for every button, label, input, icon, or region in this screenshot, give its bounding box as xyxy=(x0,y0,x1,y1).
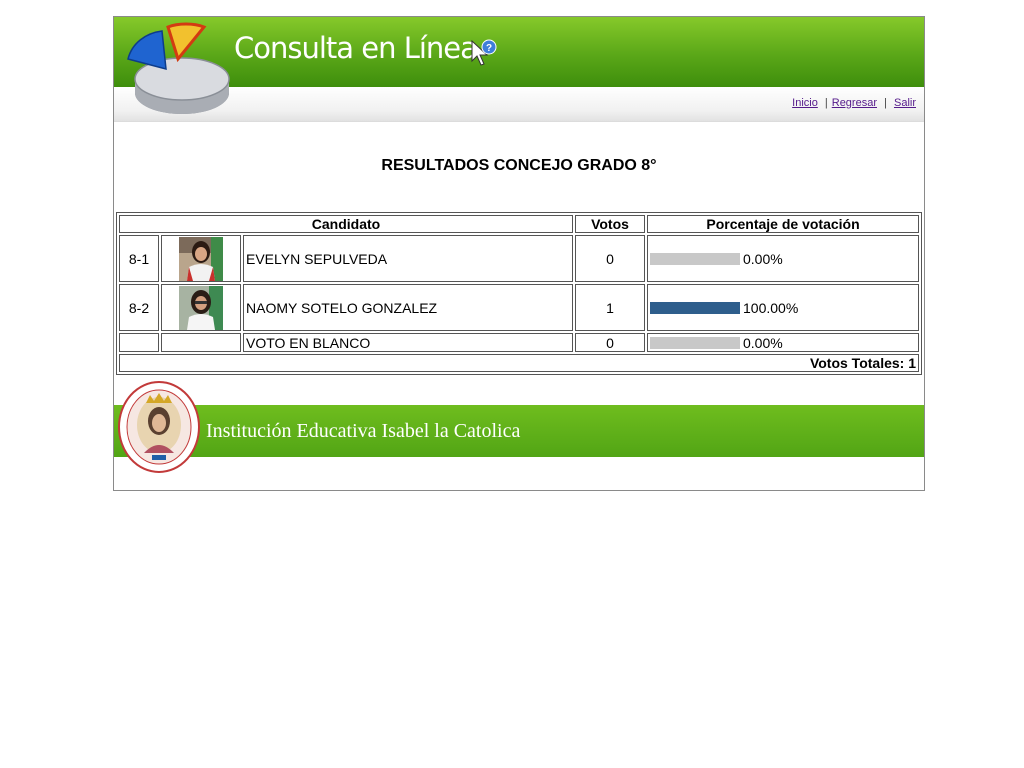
column-header-votes: Votos xyxy=(575,215,645,233)
link-separator: | xyxy=(824,97,828,109)
total-row: Votos Totales: 1 xyxy=(119,354,919,373)
percentage-label: 100.00% xyxy=(743,300,799,317)
candidate-name: NAOMY SOTELO GONZALEZ xyxy=(243,284,573,331)
top-links: Inicio | Regresar | Salir xyxy=(792,97,916,109)
candidate-photo-cell xyxy=(161,235,241,282)
table-header-row: Candidato Votos Porcentaje de votación xyxy=(119,215,919,233)
percentage-bar xyxy=(650,253,740,266)
candidate-percentage: 100.00% xyxy=(647,284,919,331)
app-title: Consulta en Línea xyxy=(234,31,478,65)
candidate-votes: 0 xyxy=(575,333,645,353)
link-inicio[interactable]: Inicio xyxy=(792,97,818,109)
page-frame: Consulta en Línea ? Inicio | Regresar | S… xyxy=(113,16,925,491)
candidate-photo xyxy=(179,285,223,330)
candidate-code: 8-1 xyxy=(119,235,159,282)
institution-name: Institución Educativa Isabel la Catolica xyxy=(206,420,521,442)
percentage-label: 0.00% xyxy=(743,251,783,268)
candidate-photo-cell xyxy=(161,284,241,331)
candidate-photo-cell xyxy=(161,333,241,353)
candidate-photo xyxy=(179,236,223,281)
percentage-bar-fill xyxy=(650,302,740,315)
candidate-name: EVELYN SEPULVEDA xyxy=(243,235,573,282)
candidate-votes: 0 xyxy=(575,235,645,282)
candidate-name: VOTO EN BLANCO xyxy=(243,333,573,353)
percentage-bar xyxy=(650,337,740,350)
candidate-percentage: 0.00% xyxy=(647,235,919,282)
help-cursor-icon: ? xyxy=(471,39,497,66)
percentage-bar xyxy=(650,302,740,315)
results-table: Candidato Votos Porcentaje de votación 8… xyxy=(116,212,922,376)
table-row: VOTO EN BLANCO 0 0.00% xyxy=(119,333,919,353)
pie-chart-logo-icon xyxy=(127,22,230,114)
table-row: 8-1 EVELYN SEPULVEDA 0 0.00% xyxy=(119,235,919,282)
candidate-code: 8-2 xyxy=(119,284,159,331)
candidate-percentage: 0.00% xyxy=(647,333,919,353)
link-regresar[interactable]: Regresar xyxy=(832,97,877,109)
link-salir[interactable]: Salir xyxy=(894,97,916,109)
candidate-votes: 1 xyxy=(575,284,645,331)
total-votes: Votos Totales: 1 xyxy=(119,354,919,373)
candidate-code xyxy=(119,333,159,353)
school-seal-icon xyxy=(118,381,200,473)
column-header-candidate: Candidato xyxy=(119,215,573,233)
table-row: 8-2 NAOMY SOTELO GONZALEZ 1 100.00% xyxy=(119,284,919,331)
column-header-percentage: Porcentaje de votación xyxy=(647,215,919,233)
page-title: RESULTADOS CONCEJO GRADO 8° xyxy=(381,157,657,174)
link-separator: | xyxy=(884,97,887,109)
percentage-label: 0.00% xyxy=(743,335,783,352)
svg-text:?: ? xyxy=(486,43,492,54)
